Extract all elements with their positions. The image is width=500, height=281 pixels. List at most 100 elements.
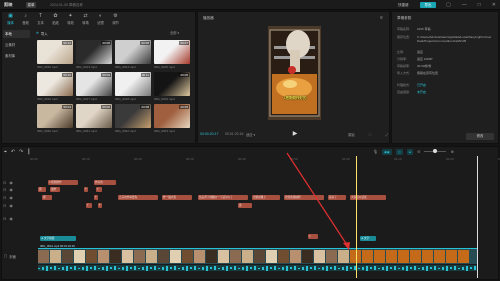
sidebar-item[interactable]: 云素材 xyxy=(3,41,30,49)
property-value[interactable]: 未开启 xyxy=(417,90,497,94)
ratio-button[interactable]: 原始 xyxy=(348,132,355,137)
split-icon[interactable]: ┃ xyxy=(27,149,30,155)
subtitle-clip[interactable]: 那 xyxy=(38,187,46,192)
video-frame-thumb xyxy=(398,250,409,263)
media-thumbnail[interactable]: 00:06 IMG_0013.mp4 xyxy=(76,40,112,70)
media-thumbnail[interactable]: 00:07 IMG_0015.mp4 xyxy=(154,40,190,70)
subtitle-clip[interactable]: T xyxy=(96,187,102,192)
main-video-clip[interactable] xyxy=(38,248,478,264)
zoom-slider-knob[interactable] xyxy=(433,149,438,153)
layout-icon[interactable]: ▢ xyxy=(446,2,451,8)
zoom-out-icon[interactable]: ⊖ xyxy=(417,149,420,154)
media-thumbnail[interactable]: 00:12 IMG_0012.mp4 xyxy=(37,40,73,70)
minimize-icon[interactable]: — xyxy=(462,2,467,8)
expand-icon[interactable]: ⤢ xyxy=(385,133,388,137)
video-preview[interactable] xyxy=(268,26,321,120)
export-button[interactable]: 导出 xyxy=(420,2,436,8)
zoom-in-icon[interactable]: ⊕ xyxy=(450,149,453,154)
media-tab-4[interactable]: ✦ 特效 xyxy=(63,12,78,26)
playhead[interactable] xyxy=(356,156,357,278)
waveform-bar xyxy=(446,265,448,271)
media-thumbnail[interactable]: 00:05 IMG_0019.mp4 xyxy=(154,72,190,102)
menu-button[interactable]: 菜单 xyxy=(26,2,36,8)
subtitle-clip[interactable]: T xyxy=(84,187,88,192)
subtitle-clip[interactable]: T xyxy=(98,203,102,208)
subtitle-clip[interactable]: 就好了 xyxy=(328,195,346,200)
subtitle-clip[interactable]: 炸好的 xyxy=(94,180,116,185)
filter-dropdown[interactable]: 全部 ▾ xyxy=(170,30,192,36)
media-tab-6[interactable]: ◐ 滤镜 xyxy=(93,12,108,26)
text-template-clip[interactable]: ★ 文字模板 xyxy=(40,236,76,241)
video-frame-thumb xyxy=(110,250,121,263)
video-frame-thumb xyxy=(194,250,205,263)
lock-icon[interactable]: ⊟ xyxy=(3,216,6,221)
linkage-toggle[interactable]: ▣▣ xyxy=(382,148,392,155)
media-thumbnail[interactable]: 00:06 IMG_0021.mp4 xyxy=(76,104,112,134)
subtitle-clip[interactable]: 正宗的炸串要先 xyxy=(118,195,158,200)
sidebar-item[interactable]: 素材库 xyxy=(3,52,30,60)
zoom-slider[interactable] xyxy=(424,149,447,153)
menu-icon[interactable]: ≡ xyxy=(380,15,386,21)
eye-icon[interactable]: ◉ xyxy=(9,203,13,208)
import-button[interactable]: ⊕ 导入 xyxy=(36,30,61,36)
lock-icon[interactable]: ⊟ xyxy=(3,187,6,192)
media-tab-2[interactable]: T 文本 xyxy=(33,12,48,26)
subtitle-clip[interactable]: T xyxy=(94,195,98,200)
mic-icon[interactable]: 🎙 xyxy=(373,149,378,154)
lock-icon[interactable]: ⊟ xyxy=(3,203,6,208)
video-frame-thumb xyxy=(50,250,61,263)
thumbnail-duration: 00:06 xyxy=(101,41,111,45)
text-template-clip[interactable]: ★ 文字 xyxy=(360,236,376,241)
media-tab-0[interactable]: ▣ 媒体 xyxy=(3,12,18,26)
snap-toggle[interactable]: ◫ xyxy=(395,148,403,155)
sidebar-item[interactable]: 本地 xyxy=(3,30,30,38)
waveform-bar xyxy=(158,267,160,269)
close-icon[interactable]: ✕ xyxy=(492,2,496,8)
media-thumbnail[interactable]: 00:08 IMG_0014.mp4 xyxy=(115,40,151,70)
undo-icon[interactable]: ↶ xyxy=(11,149,15,155)
waveform-bar xyxy=(286,265,288,271)
media-tab-5[interactable]: ⇄ 转场 xyxy=(78,12,93,26)
media-thumbnail[interactable]: 00:09 IMG_0017.mp4 xyxy=(76,72,112,102)
ruler-tick-label: 00:00 xyxy=(30,157,38,161)
subtitle-clip[interactable]: 香 xyxy=(238,203,252,208)
audio-waveform[interactable] xyxy=(38,265,478,271)
lock-icon[interactable]: ⊟ xyxy=(3,180,6,185)
subtitle-clip[interactable]: 孜然和辣椒粉 xyxy=(284,195,324,200)
select-icon[interactable]: ⌖ xyxy=(4,149,7,155)
property-value[interactable]: 已开启 xyxy=(417,83,497,87)
eye-icon[interactable]: ◉ xyxy=(9,180,13,185)
media-tab-1[interactable]: ♪ 音频 xyxy=(18,12,33,26)
subtitle-clip[interactable]: 炸一遍才香 xyxy=(162,195,192,200)
shortcut-button[interactable]: 快捷键 xyxy=(398,2,416,8)
lock-icon[interactable]: ⊟ xyxy=(3,195,6,200)
media-tab-3[interactable]: ✿ 贴纸 xyxy=(48,12,63,26)
media-thumbnail[interactable]: 00:08 IMG_0022.mp4 xyxy=(115,104,151,134)
media-thumbnail[interactable]: 00:11 IMG_0018.mp4 xyxy=(115,72,151,102)
subtitle-clip[interactable]: 那 xyxy=(42,195,52,200)
maximize-icon[interactable]: □ xyxy=(478,2,481,8)
play-button[interactable]: ▶ xyxy=(291,130,299,138)
fit-dropdown[interactable]: 适应 ▾ xyxy=(246,132,260,138)
video-frame-thumb xyxy=(170,250,181,263)
subtitle-clip[interactable]: 油炸 xyxy=(50,187,60,192)
subtitle-clip[interactable]: 然后再下锅翻炒一下就可以了 xyxy=(198,195,248,200)
thumbnail-label: IMG_0016.mp4 xyxy=(37,97,58,101)
cover-button[interactable]: ▢ 封面 xyxy=(4,253,30,259)
eye-icon[interactable]: ◉ xyxy=(9,195,13,200)
media-tab-7[interactable]: ⚙ 调节 xyxy=(108,12,123,26)
subtitle-clip[interactable]: 4 xyxy=(308,234,318,239)
media-thumbnail[interactable]: 00:10 IMG_0016.mp4 xyxy=(37,72,73,102)
redo-icon[interactable]: ↷ xyxy=(19,149,23,155)
preview-axis-toggle[interactable]: ⊟ xyxy=(406,148,414,155)
subtitle-clip[interactable]: 出锅前撒上 xyxy=(252,195,280,200)
eye-icon[interactable]: ◉ xyxy=(9,187,13,192)
media-thumbnail[interactable]: 00:05 IMG_0023.mp4 xyxy=(154,104,190,134)
fullscreen-icon[interactable]: ⛶ xyxy=(369,133,371,137)
media-thumbnail[interactable]: 00:04 IMG_0020.mp4 xyxy=(37,104,73,134)
subtitle-clip[interactable]: T xyxy=(86,203,92,208)
edit-button[interactable]: 修改 xyxy=(466,133,494,140)
subtitle-clip[interactable]: 4 把刚刚炸 xyxy=(48,180,78,185)
eye-icon[interactable]: ◉ xyxy=(9,216,13,221)
video-frame-thumb xyxy=(242,250,253,263)
